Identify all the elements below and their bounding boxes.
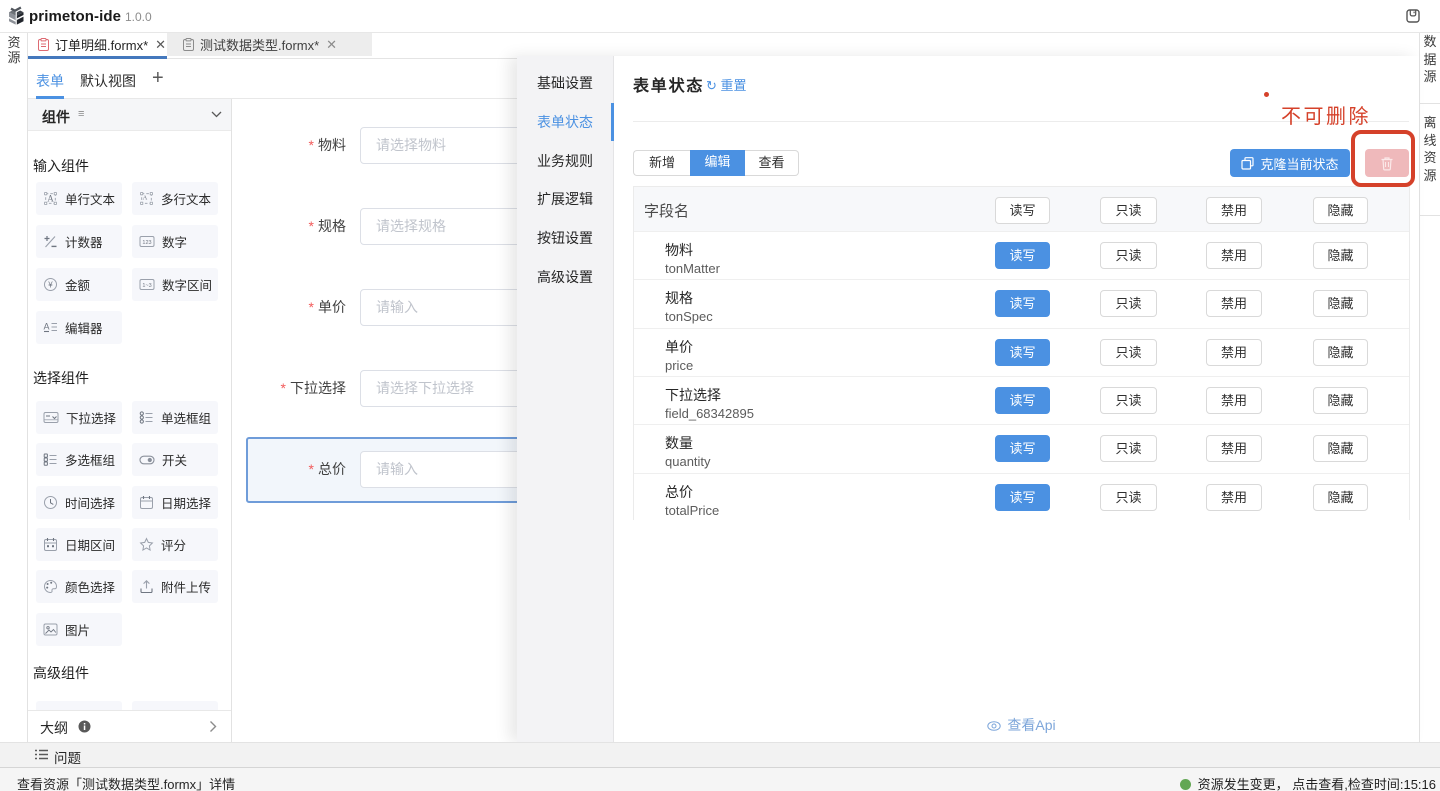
svg-text:A: A	[43, 322, 49, 332]
svg-text:123: 123	[142, 240, 151, 246]
svg-text:1~3: 1~3	[142, 283, 151, 289]
svg-text:¥: ¥	[47, 281, 53, 290]
svg-text:A: A	[47, 194, 54, 204]
svg-text:A: A	[143, 195, 148, 202]
